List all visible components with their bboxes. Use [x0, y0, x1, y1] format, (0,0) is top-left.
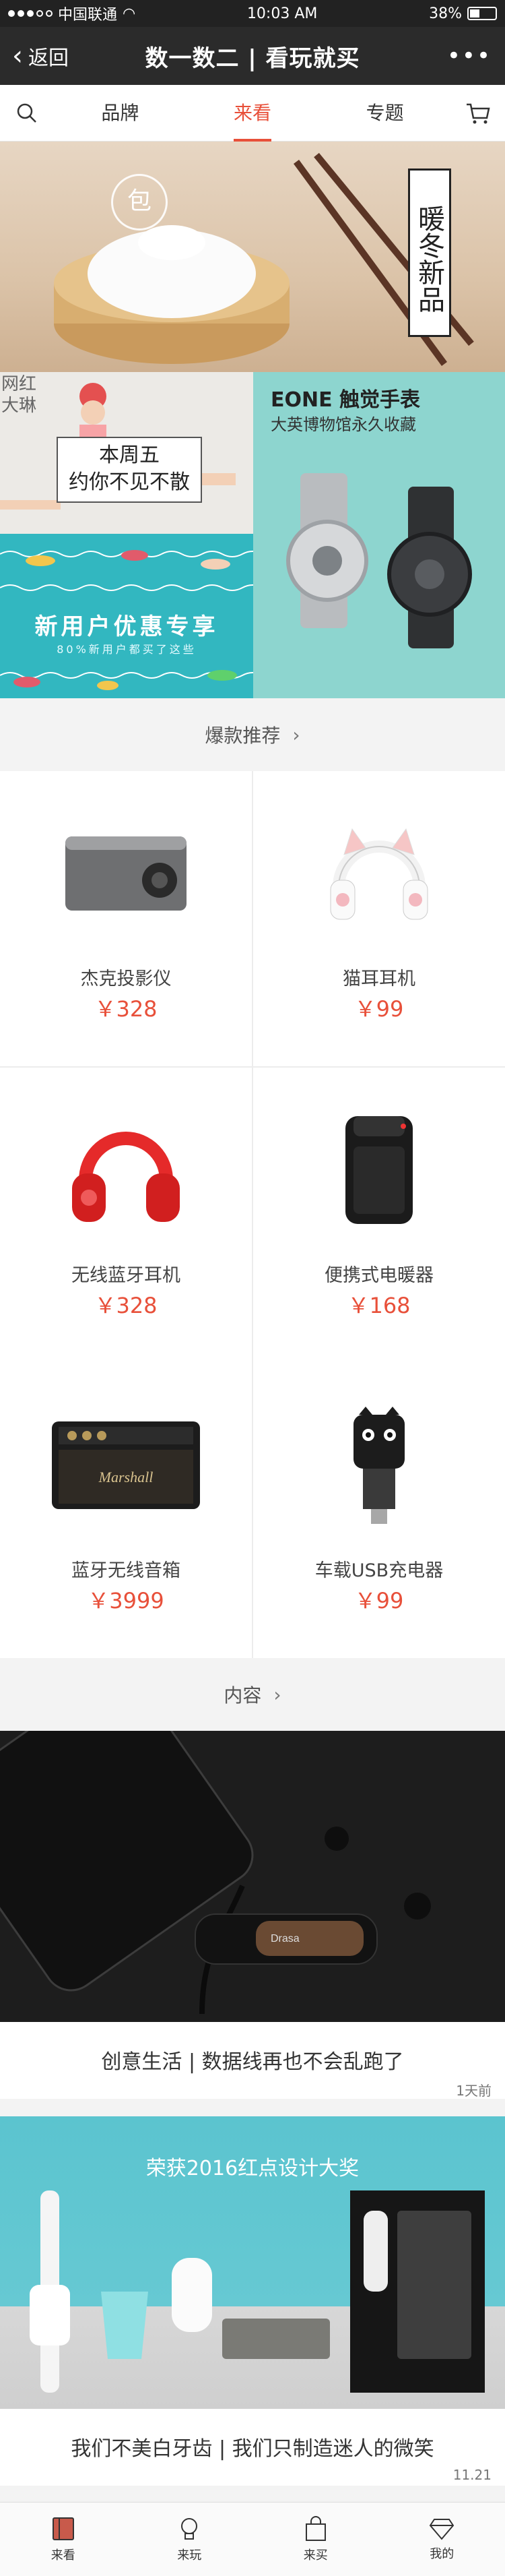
bottom-tab-label: 来看	[50, 2548, 75, 2563]
article-time: 11.21	[452, 2467, 492, 2483]
page: 中国联通 ◠ 10:03 AM 38% ‹ 返回 数一数二 | 看玩就买 •••…	[0, 0, 505, 2576]
cat-ear-headphones-icon	[253, 806, 505, 941]
tab-brand[interactable]: 品牌	[54, 85, 187, 142]
svg-text:Marshall: Marshall	[98, 1469, 154, 1485]
content-section-header[interactable]: 内容 ›	[0, 1658, 505, 1731]
speaker-icon: Marshall	[0, 1398, 252, 1533]
wifi-icon: ◠	[123, 5, 136, 22]
heater-icon	[253, 1103, 505, 1237]
product-name: 蓝牙无线音箱	[71, 1560, 180, 1581]
promo-side-label: 网红 大琳	[1, 374, 37, 416]
article-card[interactable]: 荣获2016红点设计大奖 我们不美白牙齿 | 我们只制造迷人的微笑 11.21	[0, 2116, 505, 2486]
article-image-text: Drasa	[271, 1933, 300, 1944]
product-card[interactable]: 车载USB充电器 ￥99	[253, 1363, 505, 1658]
article-title: 创意生活 | 数据线再也不会乱跑了	[101, 2050, 404, 2074]
promo-card: 本周五 约你不见不散	[57, 437, 202, 503]
bottom-tab-look[interactable]: 来看	[0, 2503, 127, 2576]
cable-organizer-illustration: Drasa	[0, 1672, 505, 2022]
article-time: 1天前	[456, 2083, 492, 2099]
article-title: 我们不美白牙齿 | 我们只制造迷人的微笑	[71, 2437, 434, 2461]
hero-vertical-text: 暖冬新品	[408, 168, 451, 337]
article-image: 荣获2016红点设计大奖	[0, 2116, 505, 2409]
product-card[interactable]: 便携式电暖器 ￥168	[253, 1068, 505, 1363]
book-icon	[52, 2517, 74, 2540]
product-price: ￥99	[354, 996, 404, 1022]
diamond-icon	[429, 2518, 454, 2540]
status-right: 38%	[429, 5, 497, 22]
promo-grid: 网红 大琳 本周五 约你不见不散 新用户优惠专享 80%新用户都买了这些 EON…	[0, 372, 505, 698]
product-name: 便携式电暖器	[325, 1265, 434, 1286]
chevron-right-icon: ›	[292, 723, 300, 746]
article-image: Drasa	[0, 1672, 505, 2022]
product-price: ￥328	[94, 996, 158, 1022]
article-card[interactable]: Drasa 创意生活 | 数据线再也不会乱跑了 1天前	[0, 1672, 505, 2099]
red-headphones-icon	[0, 1103, 252, 1237]
hero-banner[interactable]: 包 暖冬新品	[0, 142, 505, 372]
promo-card-line1: 本周五	[99, 443, 160, 467]
signal-icon	[8, 10, 53, 17]
promo-card-line2: 约你不见不散	[69, 470, 190, 494]
toothbrush-illustration	[30, 2190, 485, 2393]
status-left: 中国联通 ◠	[8, 3, 135, 24]
chevron-right-icon: ›	[273, 1683, 281, 1706]
more-dots-icon[interactable]: •••	[397, 42, 505, 69]
product-grid: 杰克投影仪 ￥328 猫耳耳机 ￥99 无线蓝牙耳机 ￥328 便携式电暖器 ￥…	[0, 771, 505, 1658]
product-price: ￥168	[347, 1293, 411, 1318]
car-charger-icon	[253, 1398, 505, 1533]
bottom-tab-bar: 来看 来玩 来买 我的	[0, 2502, 505, 2576]
lightbulb-icon	[181, 2517, 198, 2540]
projector-icon	[0, 806, 252, 941]
clock: 10:03 AM	[246, 5, 318, 22]
product-price: ￥3999	[88, 1588, 164, 1614]
bottom-tab-buy[interactable]: 来买	[252, 2503, 379, 2576]
product-name: 无线蓝牙耳机	[71, 1265, 180, 1286]
cart-icon[interactable]	[451, 102, 505, 125]
page-title: 数一数二 | 看玩就买	[145, 44, 360, 72]
product-name: 杰克投影仪	[80, 969, 172, 989]
tab-bar: 品牌 来看 专题	[0, 85, 505, 142]
promo-event[interactable]: 网红 大琳 本周五 约你不见不散	[0, 372, 253, 534]
product-card[interactable]: 杰克投影仪 ￥328	[0, 771, 252, 1066]
hot-section-header[interactable]: 爆款推荐 ›	[0, 698, 505, 771]
back-button[interactable]: ‹ 返回	[0, 41, 108, 71]
new-user-promo[interactable]: 新用户优惠专享 80%新用户都买了这些	[0, 534, 253, 698]
product-card[interactable]: Marshall 蓝牙无线音箱 ￥3999	[0, 1363, 252, 1658]
tab-topic[interactable]: 专题	[318, 85, 451, 142]
battery-percent: 38%	[429, 5, 462, 22]
back-label: 返回	[28, 47, 69, 70]
bottom-tab-label: 来玩	[177, 2548, 202, 2563]
bottom-tab-label: 我的	[430, 2546, 454, 2561]
bottom-tab-play[interactable]: 来玩	[127, 2503, 253, 2576]
status-bar: 中国联通 ◠ 10:03 AM 38%	[0, 0, 505, 27]
hot-section-label: 爆款推荐	[205, 725, 281, 747]
watch-promo[interactable]: EONE 触觉手表 大英博物馆永久收藏	[253, 372, 505, 698]
tab-look[interactable]: 来看	[187, 85, 319, 142]
watches-illustration	[286, 473, 472, 648]
bag-icon	[305, 2515, 326, 2541]
product-price: ￥99	[354, 1588, 404, 1614]
new-user-subline: 80%新用户都买了这些	[57, 643, 197, 656]
product-name: 猫耳耳机	[343, 969, 415, 989]
nav-bar: ‹ 返回 数一数二 | 看玩就买 •••	[0, 27, 505, 85]
bottom-tab-me[interactable]: 我的	[379, 2503, 505, 2576]
bao-logo: 包	[111, 174, 168, 231]
bottom-tab-label: 来买	[303, 2548, 328, 2563]
product-name: 车载USB充电器	[314, 1560, 444, 1581]
product-card[interactable]: 猫耳耳机 ￥99	[253, 771, 505, 1066]
chevron-left-icon: ‹	[12, 40, 23, 71]
carrier-label: 中国联通	[58, 7, 118, 24]
search-icon[interactable]	[0, 102, 54, 125]
content-section-label: 内容	[224, 1684, 262, 1707]
product-card[interactable]: 无线蓝牙耳机 ￥328	[0, 1068, 252, 1363]
new-user-headline: 新用户优惠专享	[34, 613, 219, 640]
product-price: ￥328	[94, 1293, 158, 1318]
battery-icon	[467, 7, 497, 20]
